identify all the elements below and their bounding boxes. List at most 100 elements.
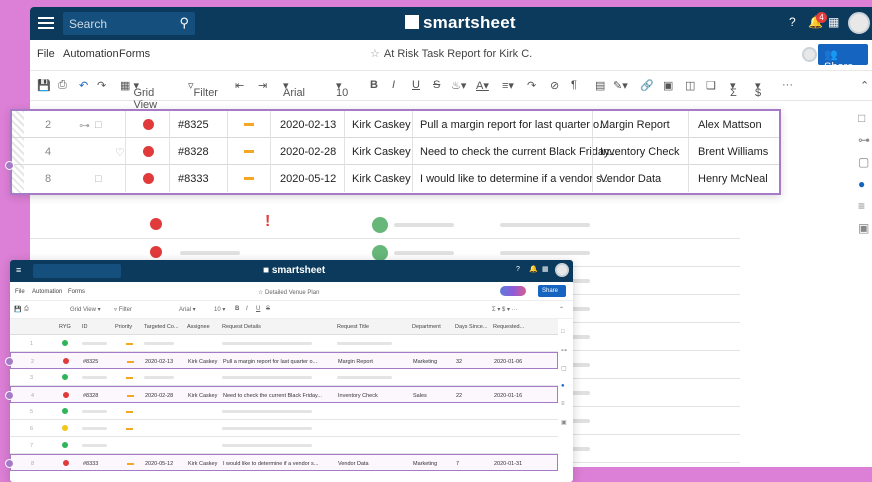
align-icon[interactable]: ≡▾ <box>502 79 514 92</box>
sum-dropdown[interactable]: Σ ▾ <box>730 79 737 99</box>
hamburger-menu-icon[interactable] <box>38 15 54 31</box>
activity-icon[interactable]: ● <box>561 383 565 389</box>
column-header-department[interactable]: Department <box>412 324 441 330</box>
table-row[interactable]: 4 ♡ #8328 2020-02-28 Kirk Caskey Need to… <box>12 138 779 165</box>
wrap-text-icon[interactable]: ↷ <box>527 79 536 92</box>
italic-button[interactable]: I <box>392 79 395 91</box>
link-icon[interactable]: 🔗 <box>640 79 654 92</box>
font-size-dropdown[interactable]: 10 ▾ <box>214 306 225 313</box>
column-header-targeted[interactable]: Targeted Co... <box>144 324 179 330</box>
attachments-icon[interactable]: ⊶ <box>858 133 870 147</box>
comments-icon[interactable]: □ <box>561 329 565 335</box>
help-icon[interactable]: ? <box>789 15 796 29</box>
italic-button[interactable]: I <box>246 306 248 312</box>
table-row[interactable]: 1 <box>10 335 558 352</box>
collaborators-avatars[interactable] <box>500 286 526 296</box>
menu-automation[interactable]: Automation <box>63 48 119 60</box>
filter-button[interactable]: ▿ Filter <box>114 306 132 313</box>
apps-grid-icon[interactable]: ▦ <box>828 15 839 29</box>
font-size-dropdown[interactable]: 10 ▾ <box>336 79 348 99</box>
table-row[interactable]: 8 #8333 2020-05-12 Kirk Caskey I would l… <box>10 454 558 471</box>
menu-file[interactable]: File <box>37 48 55 60</box>
activity-icon[interactable]: ● <box>858 177 865 191</box>
summary-icon[interactable]: ▣ <box>561 419 567 426</box>
help-icon[interactable]: ? <box>516 266 520 273</box>
hierarchy-icon[interactable]: ◫ <box>685 79 695 92</box>
search-input[interactable] <box>33 264 121 278</box>
strikethrough-button[interactable]: S <box>266 306 270 312</box>
collapse-toolbar-icon[interactable]: ⌃ <box>860 79 869 92</box>
bold-button[interactable]: B <box>235 306 239 312</box>
comments-icon[interactable]: □ <box>858 111 865 125</box>
text-color-icon[interactable]: A▾ <box>476 79 489 92</box>
menu-forms[interactable]: Forms <box>68 289 85 295</box>
apps-grid-icon[interactable]: ▦ <box>542 265 549 273</box>
summary-icon[interactable]: ▣ <box>858 221 869 235</box>
table-row[interactable]: 4 #8328 2020-02-28 Kirk Caskey Need to c… <box>10 386 558 403</box>
table-row[interactable]: 8 □ #8333 2020-05-12 Kirk Caskey I would… <box>12 165 779 192</box>
table-row[interactable]: 5 <box>10 403 558 420</box>
table-row[interactable]: 3 <box>10 369 558 386</box>
clear-format-icon[interactable]: ⊘ <box>550 79 559 92</box>
comment-icon[interactable]: □ <box>95 173 102 185</box>
attachments-icon[interactable]: ⊶ <box>561 347 567 354</box>
print-icon[interactable]: ⎙ <box>24 306 29 313</box>
attachment-icon[interactable]: ⊶ <box>79 119 90 132</box>
undo-icon[interactable]: ↶ <box>79 79 88 92</box>
currency-dropdown[interactable]: $ ▾ <box>755 79 761 99</box>
card-icon[interactable]: ❏ <box>706 79 716 92</box>
print-icon[interactable]: ⎙ <box>58 79 67 92</box>
strikethrough-button[interactable]: S <box>433 79 440 91</box>
highlight-icon[interactable]: ✎▾ <box>613 79 628 92</box>
column-header-ryg[interactable]: RYG <box>59 324 71 330</box>
proofs-icon[interactable]: ▢ <box>858 155 869 169</box>
proofs-icon[interactable]: ▢ <box>561 365 567 372</box>
grid-view-dropdown[interactable]: Grid View ▾ <box>70 306 101 313</box>
format-painter-icon[interactable]: ¶ <box>571 79 577 91</box>
column-header-requested[interactable]: Requested... <box>493 324 524 330</box>
notifications-icon[interactable]: 🔔 <box>529 265 538 273</box>
conditional-format-icon[interactable]: ▤ <box>595 79 605 92</box>
table-row[interactable]: 2 #8325 2020-02-13 Kirk Caskey Pull a ma… <box>10 352 558 369</box>
table-row[interactable]: 2 ⊶ □ #8325 2020-02-13 Kirk Caskey Pull … <box>12 111 779 138</box>
outdent-icon[interactable]: ⇤ <box>235 79 244 92</box>
menu-forms[interactable]: Forms <box>119 48 150 60</box>
collapse-toolbar-icon[interactable]: ⌃ <box>559 306 564 313</box>
search-icon[interactable]: ⚲ <box>179 15 189 31</box>
filters-panel-icon[interactable]: ≡ <box>858 199 865 213</box>
image-icon[interactable]: ▣ <box>663 79 673 92</box>
table-row[interactable]: 7 <box>10 437 558 454</box>
indent-icon[interactable]: ⇥ <box>258 79 267 92</box>
save-icon[interactable]: 💾 <box>14 306 21 313</box>
hamburger-menu-icon[interactable]: ≡ <box>16 265 21 275</box>
underline-button[interactable]: U <box>412 79 420 91</box>
column-header-id[interactable]: ID <box>82 324 88 330</box>
search-input[interactable]: Search ⚲ <box>63 12 195 35</box>
table-row[interactable]: 6 <box>10 420 558 437</box>
font-dropdown[interactable]: Arial ▾ <box>179 306 196 313</box>
column-header-assignee[interactable]: Assignee <box>187 324 210 330</box>
filters-panel-icon[interactable]: ≡ <box>561 401 565 407</box>
collaborator-avatar[interactable] <box>802 47 817 62</box>
user-avatar[interactable] <box>555 263 569 277</box>
column-header-title[interactable]: Request Title <box>337 324 369 330</box>
column-header-days[interactable]: Days Since... <box>455 324 487 330</box>
fill-color-icon[interactable]: ♨▾ <box>451 79 466 92</box>
share-button[interactable]: Share <box>538 285 566 297</box>
menu-automation[interactable]: Automation <box>32 289 62 295</box>
sum-dropdown[interactable]: Σ ▾ $ ▾ ··· <box>492 306 518 313</box>
filter-button[interactable]: ▿ Filter <box>188 79 218 99</box>
bold-button[interactable]: B <box>370 79 378 91</box>
underline-button[interactable]: U <box>256 306 260 312</box>
reminder-bell-icon[interactable]: ♡ <box>115 146 125 159</box>
column-header-priority[interactable]: Priority <box>115 324 132 330</box>
share-button[interactable]: 👥 Share <box>818 44 868 73</box>
favorite-star-icon[interactable]: ☆ <box>370 48 380 60</box>
grid-view-dropdown[interactable]: ▦ Grid View ▾ <box>120 79 157 111</box>
redo-icon[interactable]: ↷ <box>97 79 106 92</box>
column-header-details[interactable]: Request Details <box>222 324 261 330</box>
save-icon[interactable]: 💾 <box>37 79 51 92</box>
user-avatar[interactable] <box>848 12 870 34</box>
comment-icon[interactable]: □ <box>95 119 102 131</box>
font-dropdown[interactable]: Arial ▾ <box>283 79 305 99</box>
